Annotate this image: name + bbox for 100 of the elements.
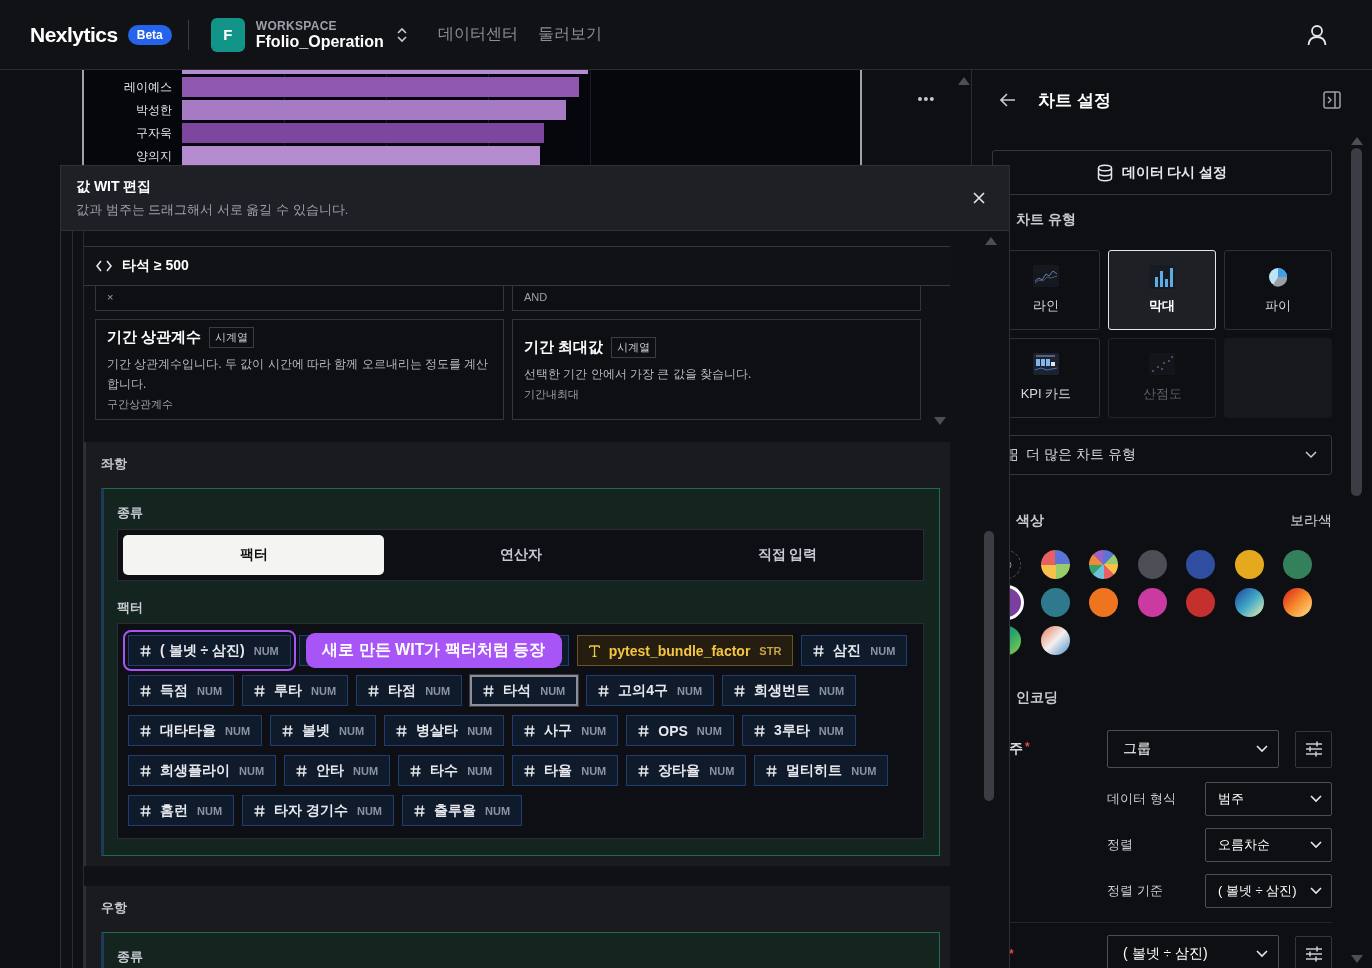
- function-card[interactable]: AND: [512, 284, 921, 311]
- workspace-name[interactable]: Ffolio_Operation: [255, 32, 384, 51]
- scrollbar-thumb[interactable]: [1351, 148, 1362, 496]
- field-label: 데이터 형식: [1107, 790, 1177, 808]
- color-swatch[interactable]: [1137, 588, 1167, 617]
- factor-chip[interactable]: 멀티히트 NUM: [754, 755, 889, 786]
- segment-tab[interactable]: 직접 입력: [657, 535, 918, 575]
- factor-chip[interactable]: 타율 NUM: [512, 755, 619, 786]
- workspace-avatar: F: [210, 17, 245, 52]
- factor-chip[interactable]: 장타율 NUM: [626, 755, 747, 786]
- factor-chip[interactable]: 안타 NUM: [284, 755, 391, 786]
- field-select[interactable]: 그룹: [1107, 730, 1279, 768]
- hash-icon: [296, 764, 308, 777]
- segment-tab[interactable]: 연산자: [390, 535, 651, 575]
- line-chart-icon: [1033, 265, 1059, 289]
- field-label: 종류: [117, 948, 144, 966]
- chevron-up-down-icon[interactable]: [395, 25, 408, 44]
- settings-button[interactable]: [1295, 730, 1332, 768]
- factor-chip[interactable]: 병살타 NUM: [384, 715, 505, 746]
- function-tag: 시계열: [611, 337, 657, 358]
- scatter-chart-icon: [1149, 353, 1175, 377]
- factor-chip[interactable]: 타자 경기수 NUM: [242, 795, 394, 826]
- color-swatch[interactable]: [1186, 550, 1215, 579]
- close-icon[interactable]: [973, 192, 985, 204]
- hash-icon: [254, 684, 266, 697]
- reset-data-button[interactable]: 데이터 다시 설정: [992, 150, 1332, 195]
- factor-chip[interactable]: pytest_bundle_factor STR: [576, 635, 794, 666]
- hash-icon: [140, 684, 151, 697]
- color-swatch[interactable]: [1040, 550, 1070, 579]
- function-card[interactable]: ×: [95, 284, 504, 311]
- user-icon[interactable]: [1307, 23, 1327, 46]
- filter-bar[interactable]: 타석 ≥ 500: [84, 246, 950, 286]
- function-tag: 시계열: [209, 327, 255, 348]
- nav-link[interactable]: 둘러보기: [537, 24, 602, 45]
- section-heading: 좌항: [101, 455, 128, 473]
- factor-chip[interactable]: 볼넷 NUM: [270, 715, 377, 746]
- hash-icon: [410, 764, 422, 777]
- section-label: 차트 유형: [1016, 211, 1077, 229]
- factor-chip[interactable]: 타점 NUM: [356, 675, 463, 706]
- factor-chip[interactable]: ( 볼넷 ÷ 삼진) NUM: [128, 635, 291, 666]
- segment-tab[interactable]: 팩터: [123, 535, 384, 575]
- field-select[interactable]: ( 볼넷 ÷ 삼진): [1205, 874, 1332, 908]
- function-card[interactable]: 기간 상관계수 시계열 기간 상관계수입니다. 두 값이 시간에 따라 함께 오르내리는 정도를 계산합니다. 구간상관계수: [95, 319, 504, 420]
- color-swatch[interactable]: [1089, 588, 1118, 617]
- hash-icon: [638, 764, 650, 777]
- factor-chip[interactable]: 루타 NUM: [242, 675, 349, 706]
- factor-chip[interactable]: 출루율 NUM: [402, 795, 523, 826]
- factor-chip[interactable]: 타석 NUM: [470, 675, 579, 706]
- function-title: 기간 상관계수: [107, 328, 202, 347]
- more-icon[interactable]: [917, 96, 936, 102]
- field-select[interactable]: ( 볼넷 ÷ 삼진): [1107, 935, 1279, 968]
- bar-label: 양의지: [135, 149, 173, 163]
- hash-icon: [598, 684, 610, 697]
- section-heading: 우항: [101, 899, 128, 917]
- color-swatch[interactable]: [1040, 588, 1070, 617]
- color-swatch[interactable]: [1234, 588, 1264, 617]
- color-swatch[interactable]: [1186, 588, 1215, 617]
- field-select[interactable]: 범주: [1205, 782, 1332, 816]
- sliders-icon: [1304, 741, 1323, 757]
- factor-chip[interactable]: 고의4구 NUM: [586, 675, 715, 706]
- sidebar-toggle-icon[interactable]: [1323, 91, 1341, 109]
- color-swatch[interactable]: [1283, 588, 1312, 617]
- factor-chip[interactable]: 타수 NUM: [398, 755, 505, 786]
- factor-chip[interactable]: 사구 NUM: [512, 715, 619, 746]
- color-swatch[interactable]: [1137, 550, 1167, 579]
- chart-type-option[interactable]: 막대: [1108, 250, 1216, 330]
- chevron-down-icon: [1310, 795, 1322, 803]
- factor-chip[interactable]: 삼진 NUM: [801, 635, 908, 666]
- color-swatch[interactable]: [1283, 550, 1312, 579]
- factor-chip[interactable]: 득점 NUM: [128, 675, 235, 706]
- color-swatch[interactable]: [1040, 626, 1070, 655]
- chart-type-option[interactable]: 파이: [1224, 250, 1332, 330]
- bar-chart-icon: [1149, 265, 1175, 289]
- color-swatch[interactable]: [1089, 550, 1118, 579]
- factor-chip[interactable]: 3루타 NUM: [741, 715, 856, 746]
- factor-chip[interactable]: 홈런 NUM: [128, 795, 235, 826]
- factor-chip[interactable]: OPS NUM: [626, 715, 734, 746]
- nav-link[interactable]: 데이터센터: [437, 24, 518, 45]
- color-swatch[interactable]: [1234, 550, 1264, 579]
- factor-chip[interactable]: 새로 만든 WIT가 팩터처럼 등장: [298, 635, 569, 666]
- field-select[interactable]: 오름차순: [1205, 828, 1332, 862]
- logo[interactable]: Nexlytics: [30, 22, 118, 47]
- bar-label: 레이예스: [123, 80, 173, 94]
- scrollbar-thumb[interactable]: [984, 531, 994, 801]
- hash-icon: [524, 724, 536, 737]
- factor-chip[interactable]: 희생번트 NUM: [722, 675, 857, 706]
- field-label: 주: [1009, 740, 1023, 758]
- function-code: 구간상관계수: [107, 397, 174, 412]
- back-arrow-icon[interactable]: [1000, 93, 1016, 107]
- function-card[interactable]: 기간 최대값 시계열 선택한 기간 안에서 가장 큰 값을 찾습니다. 기간내최대: [512, 319, 921, 420]
- sliders-icon: [1304, 946, 1323, 962]
- factor-chip[interactable]: 희생플라이 NUM: [128, 755, 277, 786]
- hash-icon: [140, 764, 151, 777]
- settings-button[interactable]: [1295, 935, 1332, 968]
- hash-icon: [753, 724, 765, 737]
- code-icon: [96, 260, 112, 272]
- factor-chip[interactable]: 대타타율 NUM: [128, 715, 263, 746]
- field-label: 정렬: [1107, 836, 1134, 854]
- field-label: 팩터: [117, 599, 144, 617]
- dialog-title: 값 WIT 편집: [76, 177, 153, 196]
